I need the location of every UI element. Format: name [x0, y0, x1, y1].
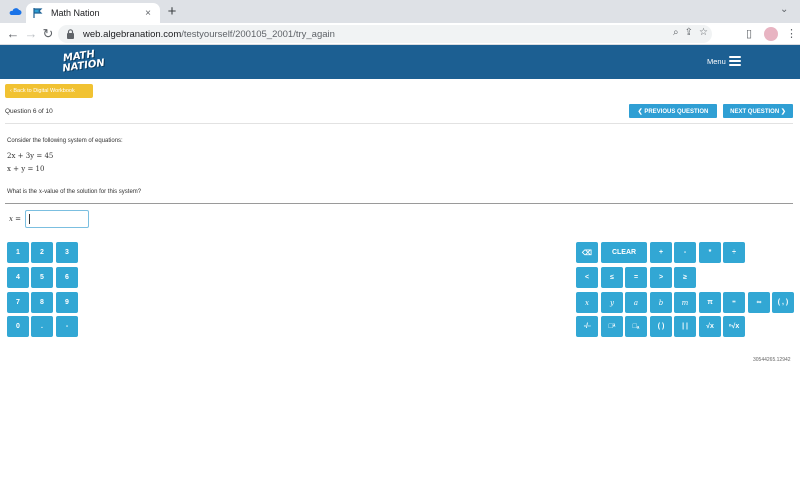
question-id: 30544265.12942: [753, 357, 791, 363]
url-text[interactable]: web.algebranation.com/testyourself/20010…: [83, 29, 335, 40]
forward-arrow-icon[interactable]: →: [22, 25, 40, 43]
text-caret: [29, 214, 30, 224]
browser-toolbar: ← → ↻ web.algebranation.com/testyourself…: [0, 23, 800, 45]
new-tab-button[interactable]: +: [164, 3, 180, 21]
equation-2: x + y = 10: [7, 165, 45, 173]
key-zero[interactable]: 0: [7, 316, 29, 337]
var-y-key[interactable]: y: [601, 292, 623, 313]
var-b-key[interactable]: b: [650, 292, 672, 313]
minus-key[interactable]: -: [674, 242, 696, 263]
greater-than-key[interactable]: >: [650, 267, 672, 288]
tab-close-icon[interactable]: ×: [142, 8, 154, 19]
profile-avatar[interactable]: [764, 27, 778, 41]
nth-root-key[interactable]: ⁿ√x: [723, 316, 745, 337]
less-than-key[interactable]: <: [576, 267, 598, 288]
less-equal-key[interactable]: ≤: [601, 267, 623, 288]
key-five[interactable]: 5: [31, 267, 53, 288]
browser-tab[interactable]: Math Nation ×: [26, 3, 160, 23]
pi-key[interactable]: π: [699, 292, 721, 313]
previous-question-button[interactable]: ❮ PREVIOUS QUESTION: [629, 104, 717, 118]
site-header: [0, 45, 800, 79]
clear-key[interactable]: CLEAR: [601, 242, 647, 263]
answer-label: x =: [9, 215, 22, 223]
answer-input[interactable]: [25, 210, 89, 228]
key-nine[interactable]: 9: [56, 292, 78, 313]
share-icon[interactable]: ⇪: [685, 27, 693, 38]
subscript-key[interactable]: □ₐ: [625, 316, 647, 337]
ordered-pair-key[interactable]: ( , ): [772, 292, 794, 313]
approx-key[interactable]: ⁼: [723, 292, 745, 313]
question-intro: Consider the following system of equatio…: [7, 138, 123, 144]
backspace-key[interactable]: ⌫: [576, 242, 598, 263]
fraction-key[interactable]: ▫/▫: [576, 316, 598, 337]
absolute-value-key[interactable]: | |: [674, 316, 696, 337]
infinity-key[interactable]: ∞: [748, 292, 770, 313]
key-decimal[interactable]: .: [31, 316, 53, 337]
key-one[interactable]: 1: [7, 242, 29, 263]
equals-key[interactable]: =: [625, 267, 647, 288]
key-negative[interactable]: -: [56, 316, 78, 337]
hamburger-menu-icon[interactable]: [729, 56, 741, 66]
menu-label[interactable]: Menu: [707, 57, 726, 66]
reload-icon[interactable]: ↻: [39, 25, 57, 43]
answer-divider: [5, 203, 793, 204]
key-eight[interactable]: 8: [31, 292, 53, 313]
lock-icon[interactable]: [66, 29, 75, 39]
tab-search-icon[interactable]: ⌄: [780, 4, 788, 15]
browser-tabstrip: Math Nation × + ⌄: [0, 0, 800, 23]
divider: [5, 123, 793, 124]
var-x-key[interactable]: x: [576, 292, 598, 313]
var-m-key[interactable]: m: [674, 292, 696, 313]
key-two[interactable]: 2: [31, 242, 53, 263]
flag-icon: [32, 8, 43, 19]
bookmark-star-icon[interactable]: ☆: [699, 27, 708, 38]
exponent-key[interactable]: □ᵃ: [601, 316, 623, 337]
math-nation-logo[interactable]: MATH NATION: [61, 49, 106, 79]
tab-title: Math Nation: [51, 8, 100, 18]
var-a-key[interactable]: a: [625, 292, 647, 313]
address-bar[interactable]: web.algebranation.com/testyourself/20010…: [58, 25, 712, 43]
key-four[interactable]: 4: [7, 267, 29, 288]
chrome-menu-icon[interactable]: ⋮: [786, 27, 797, 40]
zoom-icon[interactable]: ⌕: [673, 27, 679, 38]
plus-key[interactable]: +: [650, 242, 672, 263]
equation-1: 2x + 3y = 45: [7, 152, 54, 160]
parentheses-key[interactable]: ( ): [650, 316, 672, 337]
cloud-icon[interactable]: [8, 5, 22, 19]
key-three[interactable]: 3: [56, 242, 78, 263]
greater-equal-key[interactable]: ≥: [674, 267, 696, 288]
multiply-key[interactable]: *: [699, 242, 721, 263]
sqrt-key[interactable]: √x: [699, 316, 721, 337]
extensions-icon[interactable]: ▯: [746, 27, 752, 40]
divide-key[interactable]: ÷: [723, 242, 745, 263]
question-text: What is the x-value of the solution for …: [7, 188, 142, 195]
key-seven[interactable]: 7: [7, 292, 29, 313]
back-arrow-icon[interactable]: ←: [4, 25, 22, 43]
back-to-workbook-button[interactable]: ‹ Back to Digital Workbook: [5, 84, 93, 98]
key-six[interactable]: 6: [56, 267, 78, 288]
next-question-button[interactable]: NEXT QUESTION ❯: [723, 104, 793, 118]
question-counter: Question 6 of 10: [5, 108, 53, 115]
